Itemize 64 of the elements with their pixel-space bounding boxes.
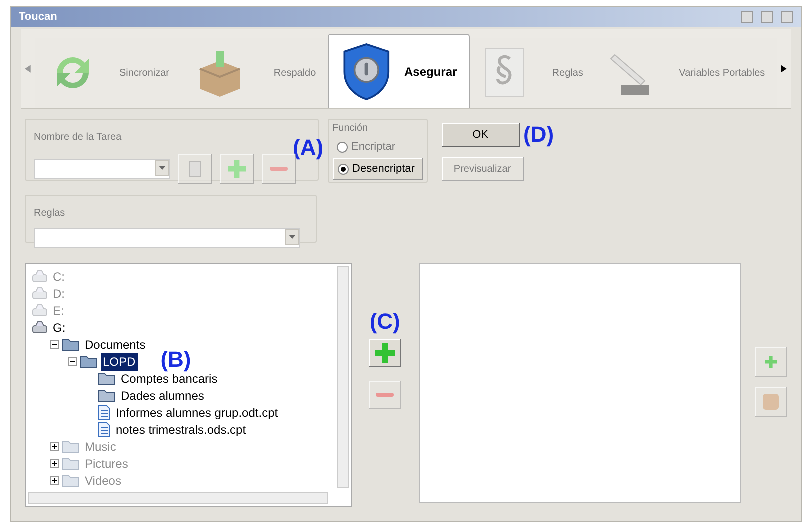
tree-item[interactable]: E: xyxy=(51,302,66,320)
tree-item[interactable]: Videos xyxy=(83,472,124,490)
tree-item[interactable]: G: xyxy=(51,318,68,336)
collapse-icon[interactable] xyxy=(50,340,59,349)
folder-icon xyxy=(62,474,80,488)
image-icon xyxy=(763,394,779,410)
tree-item[interactable]: Documents xyxy=(83,336,148,354)
tree-item[interactable]: Dades alumnes xyxy=(119,386,206,404)
group-label: Reglas xyxy=(34,208,66,219)
radio-button[interactable] xyxy=(336,142,348,152)
document-icon xyxy=(98,404,111,420)
radio-option[interactable]: Desencriptar xyxy=(332,158,423,180)
ok-button[interactable]: OK xyxy=(442,123,520,147)
scroll-left-icon[interactable] xyxy=(25,64,31,72)
minus-icon xyxy=(270,167,288,171)
preview-button[interactable]: Previsualizar xyxy=(442,157,524,181)
folder-icon xyxy=(80,354,98,368)
folder-icon xyxy=(98,388,116,402)
tree-item[interactable]: D: xyxy=(51,284,67,302)
tree-item[interactable]: LOPD xyxy=(101,352,138,370)
annotation-label: (D) xyxy=(524,124,554,146)
folder-icon xyxy=(62,456,80,470)
document-icon xyxy=(98,422,111,438)
folder-icon xyxy=(62,440,80,454)
tree-item[interactable]: Informes alumnes grup.odt.cpt xyxy=(114,404,280,422)
remove-button[interactable] xyxy=(262,154,296,184)
task-dropdown[interactable] xyxy=(34,159,170,179)
horizontal-scrollbar[interactable] xyxy=(28,492,328,504)
rules-dropdown[interactable] xyxy=(34,228,300,248)
drive-icon xyxy=(32,270,48,284)
drive-icon xyxy=(32,320,48,334)
annotation-label: (B) xyxy=(160,346,192,372)
vertical-scrollbar[interactable] xyxy=(336,266,349,488)
add-item-button[interactable] xyxy=(755,347,787,377)
minus-icon xyxy=(376,393,394,397)
scroll-right-icon[interactable] xyxy=(781,64,787,72)
tree-item[interactable]: Pictures xyxy=(83,454,130,472)
tree-item[interactable]: Music xyxy=(83,438,118,456)
preview-button[interactable] xyxy=(755,387,787,417)
expand-icon[interactable] xyxy=(50,459,59,468)
plus-icon xyxy=(375,343,396,363)
plus-icon xyxy=(228,160,246,178)
document-icon xyxy=(189,161,201,177)
group-label: Nombre de la Tarea xyxy=(34,132,122,143)
remove-button[interactable] xyxy=(369,381,402,409)
add-button[interactable] xyxy=(369,339,402,367)
drive-icon xyxy=(32,304,48,318)
group-label: Función xyxy=(332,122,370,136)
tree-item[interactable]: C: xyxy=(51,268,67,286)
window-title: Toucan xyxy=(19,10,58,25)
expand-icon[interactable] xyxy=(50,442,59,451)
save-button[interactable] xyxy=(178,154,212,184)
expand-icon[interactable] xyxy=(50,476,59,485)
folder-icon xyxy=(62,338,80,352)
add-button[interactable] xyxy=(220,154,254,184)
radio-button[interactable] xyxy=(338,164,349,174)
plus-icon xyxy=(765,356,777,368)
collapse-icon[interactable] xyxy=(68,357,77,366)
tab[interactable]: Asegurar xyxy=(328,34,470,108)
radio-option[interactable]: Encriptar xyxy=(332,136,423,158)
annotation-label: (A) xyxy=(293,137,324,159)
tree-item[interactable]: notes trimestrals.ods.cpt xyxy=(114,420,248,438)
annotation-label: (C) xyxy=(370,311,400,333)
drive-icon xyxy=(32,286,48,300)
